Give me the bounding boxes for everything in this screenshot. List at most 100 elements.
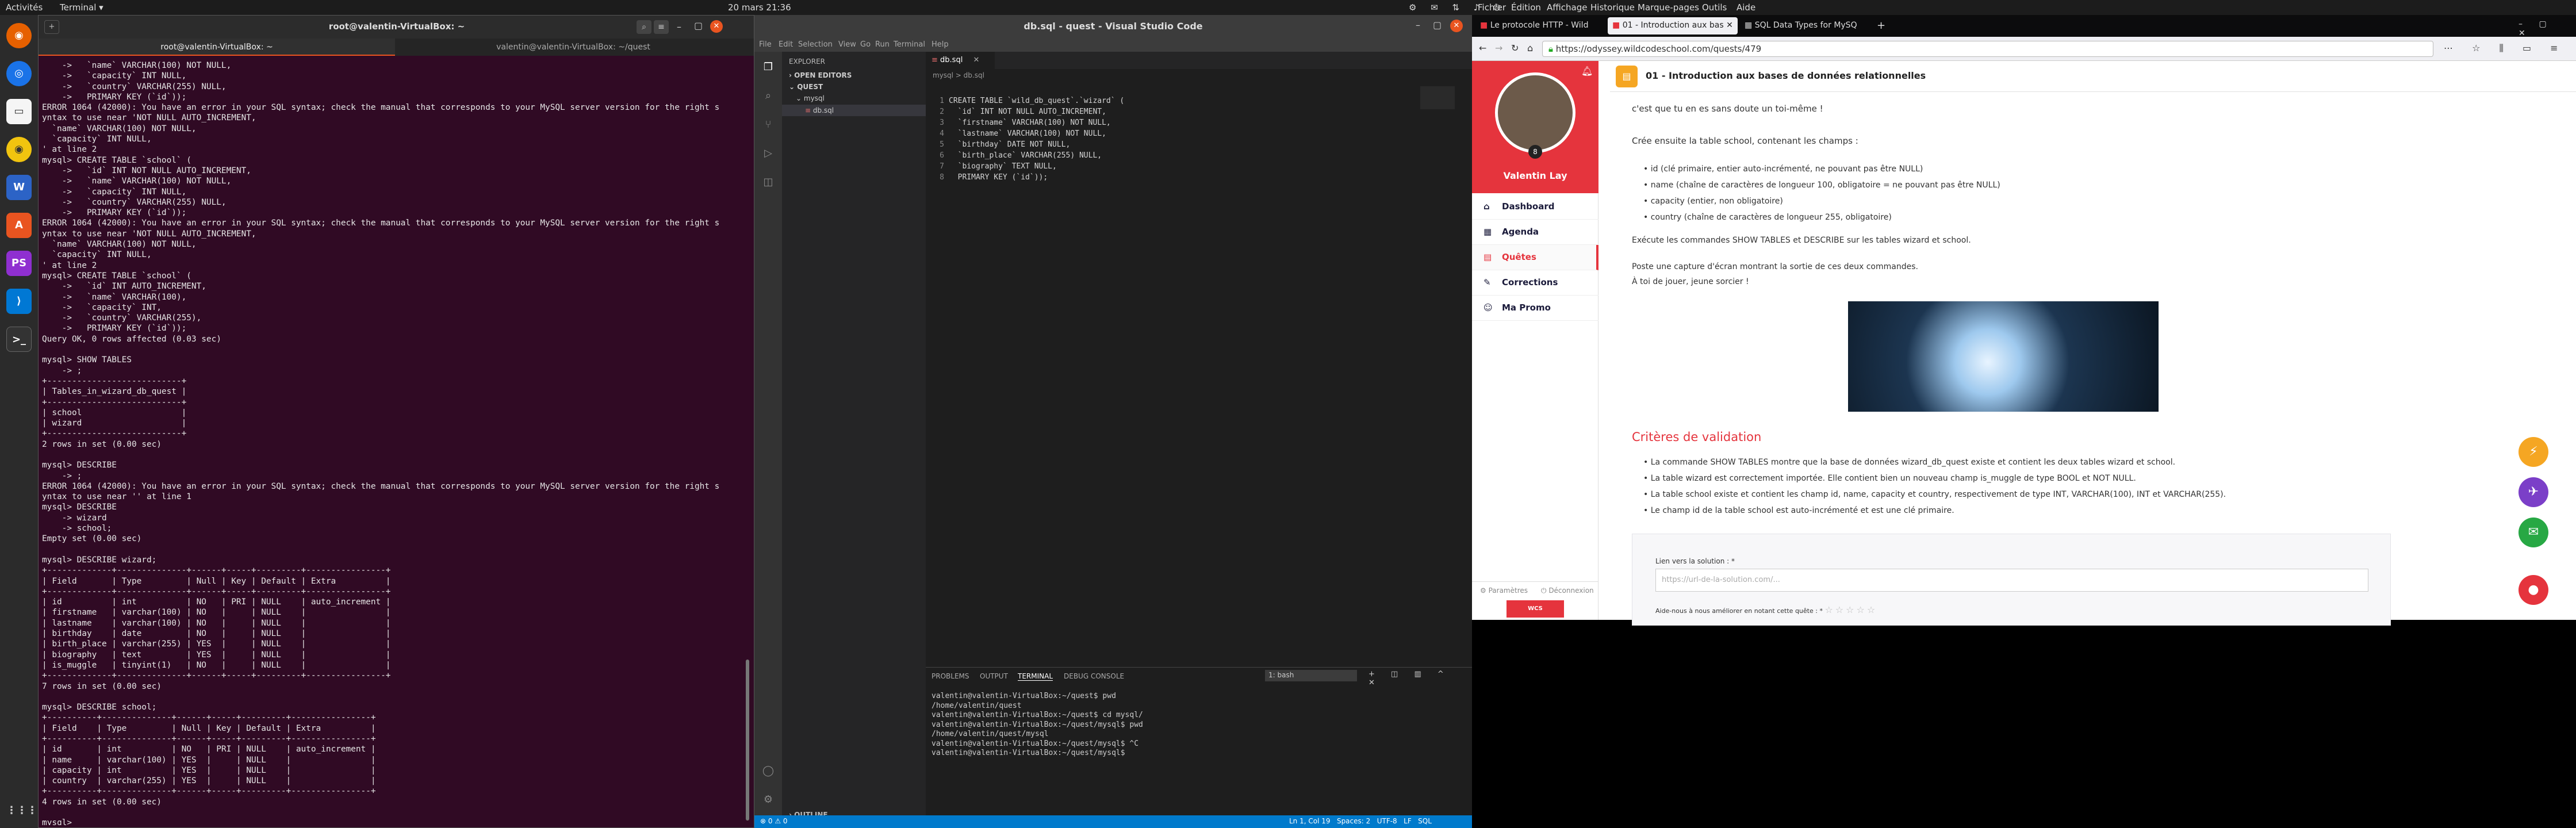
terminal-select[interactable]: 1: bash <box>1265 670 1357 681</box>
files-icon[interactable]: ❐ <box>761 61 775 75</box>
integrated-terminal-output[interactable]: valentin@valentin-VirtualBox:~/quest$ pw… <box>931 692 1449 758</box>
tab-label: valentin@valentin-VirtualBox: ~/quest <box>496 43 650 52</box>
browser-tab-sql-types[interactable]: ▦ SQL Data Types for MySQ <box>1740 17 1870 34</box>
menu-edition[interactable]: Édition <box>1511 2 1541 13</box>
writer-icon[interactable]: W <box>6 175 32 200</box>
panel-tab-debug-console[interactable]: DEBUG CONSOLE <box>1064 672 1124 680</box>
toolbar-icons[interactable]: ⋯ ☆ ⫼ ▭ ≡ <box>2444 43 2566 54</box>
notification-bell-icon[interactable]: 🔔︎ <box>1581 66 1593 76</box>
problems-status[interactable]: ⊗ 0 ⚠ 0 <box>760 817 788 825</box>
debug-icon[interactable]: ▷ <box>761 147 775 161</box>
nav-agenda[interactable]: ▦ Agenda <box>1472 220 1598 245</box>
close-tab-icon[interactable]: ✕ <box>1726 21 1733 30</box>
editor-tab-db-sql[interactable]: ≡ db.sql ✕ <box>926 52 995 69</box>
close-icon[interactable]: ✕ <box>710 20 723 33</box>
folder-quest[interactable]: ⌄ QUEST <box>789 83 823 91</box>
menu-view[interactable]: View <box>838 40 856 49</box>
software-icon[interactable]: A <box>6 213 32 238</box>
file-db-sql[interactable]: ≡ db.sql <box>782 105 926 116</box>
home-icon[interactable]: ⌂ <box>1527 43 1533 53</box>
rating-stars[interactable]: ☆☆☆☆☆ <box>1824 604 1877 615</box>
gear-icon[interactable]: ⚙ <box>761 793 775 807</box>
maximize-icon[interactable]: ▢ <box>1433 20 1442 30</box>
menu-affichage[interactable]: Affichage <box>1547 2 1587 13</box>
nav-ma-promo[interactable]: ☺ Ma Promo <box>1472 296 1598 321</box>
minimize-icon[interactable]: – <box>1416 20 1420 30</box>
menu-terminal[interactable]: Terminal <box>894 40 925 49</box>
window-controls-icons[interactable]: – ▢ ✕ <box>2518 20 2576 38</box>
panel-tab-terminal[interactable]: TERMINAL <box>1018 672 1053 681</box>
menu-selection[interactable]: Selection <box>798 40 833 49</box>
search-icon[interactable]: ⌕ <box>637 20 651 34</box>
url-bar[interactable]: 🔒︎ https://odyssey.wildcodeschool.com/qu… <box>1542 41 2433 57</box>
close-tab-icon[interactable]: ✕ <box>973 56 979 64</box>
clock[interactable]: 20 mars 21:36 <box>728 2 791 13</box>
minimize-icon[interactable]: – <box>677 21 681 32</box>
menu-historique[interactable]: Historique <box>1590 2 1635 13</box>
settings-link[interactable]: ⚙ Paramètres <box>1480 586 1528 595</box>
code-editor[interactable]: CREATE TABLE `wild_db_quest`.`wizard` ( … <box>949 95 1386 183</box>
editor-status[interactable]: Ln 1, Col 19 Spaces: 2 UTF-8 LF SQL <box>1289 817 1432 825</box>
menu-run[interactable]: Run <box>875 40 890 49</box>
hamburger-menu-icon[interactable]: ≡ <box>654 20 669 34</box>
menu-file[interactable]: File <box>759 40 772 49</box>
wizard-image <box>1848 301 2159 412</box>
chat-icon[interactable]: ✉ <box>2518 518 2548 547</box>
menu-aide[interactable]: Aide <box>1736 2 1755 13</box>
menu-help[interactable]: Help <box>931 40 949 49</box>
nav-corrections[interactable]: ✎ Corrections <box>1472 270 1598 296</box>
quest-icon: ▤ <box>1483 252 1492 262</box>
close-icon[interactable]: ✕ <box>1450 20 1463 32</box>
terminal-tab-quest[interactable]: valentin@valentin-VirtualBox: ~/quest <box>395 39 752 56</box>
menu-fichier[interactable]: Fichier <box>1478 2 1506 13</box>
show-apps-icon[interactable]: ⋮⋮⋮ <box>6 798 37 823</box>
forward-icon[interactable]: → <box>1495 43 1502 53</box>
maximize-icon[interactable]: ▢ <box>694 20 703 31</box>
logout-link[interactable]: ⏻ Déconnexion <box>1541 586 1594 595</box>
vscode-icon[interactable]: ⟩ <box>6 289 32 314</box>
back-icon[interactable]: ← <box>1479 43 1486 53</box>
activities-button[interactable]: Activités <box>6 2 43 13</box>
tools-icon: ✎ <box>1483 277 1491 288</box>
browser-tab-intro[interactable]: ■ 01 - Introduction aux bas ✕ <box>1608 17 1738 34</box>
terminal-scrollbar[interactable] <box>746 660 749 821</box>
terminal-icon[interactable]: >_ <box>6 327 32 352</box>
folder-mysql[interactable]: ⌄ mysql <box>796 94 825 102</box>
chromium-icon[interactable]: ◎ <box>6 61 32 86</box>
browser-tab-http[interactable]: ■ Le protocole HTTP - Wild <box>1475 17 1605 34</box>
phpstorm-icon[interactable]: PS <box>6 251 32 276</box>
menu-outils[interactable]: Outils <box>1702 2 1727 13</box>
source-control-icon[interactable]: ⑂ <box>761 118 775 132</box>
search-icon[interactable]: ⌕ <box>761 90 775 103</box>
panel-tab-problems[interactable]: PROBLEMS <box>931 672 969 680</box>
alert-icon[interactable]: ● <box>2518 575 2548 605</box>
minimap[interactable] <box>1420 86 1455 109</box>
rocket-icon[interactable]: ✈ <box>2518 477 2548 507</box>
solution-input[interactable]: https://url-de-la-solution.com/... <box>1655 569 2368 592</box>
terminal-tab-root[interactable]: root@valentin-VirtualBox: ~ <box>39 39 395 56</box>
terminal-output[interactable]: -> `name` VARCHAR(100) NOT NULL, -> `cap… <box>42 60 749 825</box>
app-menu[interactable]: Terminal ▾ <box>60 2 103 13</box>
files-icon[interactable]: ▭ <box>6 99 32 124</box>
avatar[interactable] <box>1495 72 1575 153</box>
menu-edit[interactable]: Edit <box>779 40 793 49</box>
nav-dashboard[interactable]: ⌂ Dashboard <box>1472 194 1598 220</box>
extensions-icon[interactable]: ◫ <box>761 176 775 190</box>
breadcrumb[interactable]: mysql > db.sql <box>933 71 984 79</box>
quest-header: ▤ 01 - Introduction aux bases de données… <box>1610 61 2576 92</box>
panel-actions-icons[interactable]: + ◫ ▥ ^ ✕ <box>1368 670 1472 687</box>
calendar-icon: ▦ <box>1483 227 1492 237</box>
reload-icon[interactable]: ↻ <box>1511 43 1519 53</box>
rhythmbox-icon[interactable]: ◉ <box>6 137 32 162</box>
new-tab-icon[interactable]: + <box>1877 20 1885 32</box>
quest-content: ▤ 01 - Introduction aux bases de données… <box>1610 61 2576 626</box>
menu-go[interactable]: Go <box>860 40 871 49</box>
panel-tab-output[interactable]: OUTPUT <box>980 672 1008 680</box>
help-icon[interactable]: ⚡ <box>2518 437 2548 467</box>
account-icon[interactable]: ◯ <box>761 765 775 779</box>
menu-marque-pages[interactable]: Marque-pages <box>1638 2 1699 13</box>
nav-quetes[interactable]: ▤ Quêtes <box>1472 245 1598 270</box>
firefox-icon[interactable]: ◉ <box>6 23 32 48</box>
open-editors-section[interactable]: › OPEN EDITORS <box>789 71 852 79</box>
tab-label: SQL Data Types for MySQ <box>1754 21 1857 30</box>
